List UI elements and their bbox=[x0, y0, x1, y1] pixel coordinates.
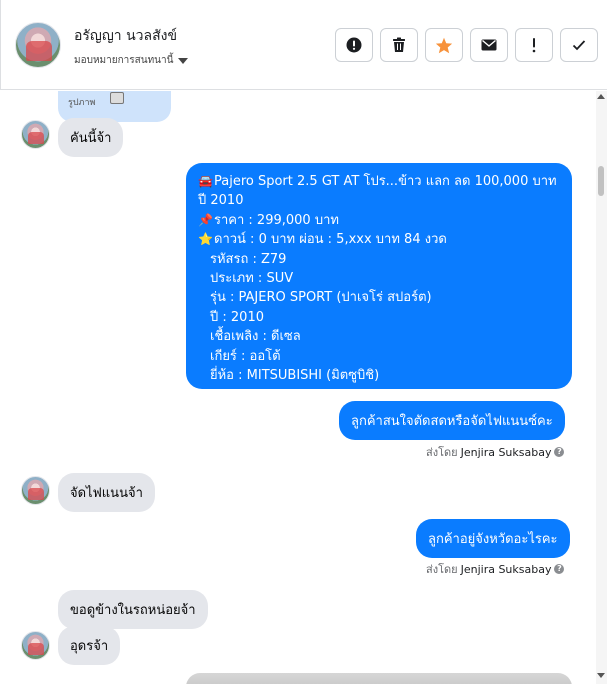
listing-text: ราคา : 299,000 บาท bbox=[214, 212, 339, 228]
assign-label: มอบหมายการสนทนานี้ bbox=[74, 55, 174, 66]
incoming-message[interactable]: คันนี้จ้า bbox=[58, 118, 124, 157]
listing-line: 📌ราคา : 299,000 บาท bbox=[198, 211, 560, 230]
trash-icon bbox=[393, 37, 405, 52]
thread-scrollbar[interactable] bbox=[596, 91, 607, 684]
checkmark-icon bbox=[572, 40, 586, 51]
mark-unread-button[interactable] bbox=[470, 28, 508, 62]
listing-text: รหัสรถ : Z79 bbox=[210, 251, 287, 267]
listing-line: 🚘Pajero Sport 2.5 GT AT โปร...ข้าว แลก ล… bbox=[198, 172, 560, 191]
conversation-header: อรัญญา นวลสังข์ มอบหมายการสนทนานี้ bbox=[0, 0, 607, 90]
sent-by-label: ส่งโดย bbox=[426, 446, 458, 459]
outgoing-message[interactable]: ลูกค้าอยู่จังหวัดอะไรคะ bbox=[416, 519, 570, 558]
listing-emoji-icon: ⭐ bbox=[198, 232, 213, 247]
envelope-icon bbox=[481, 39, 497, 51]
listing-line: ประเภท : SUV bbox=[198, 269, 560, 288]
scroll-up-arrow-icon[interactable] bbox=[597, 94, 605, 99]
sender-name[interactable]: Jenjira Suksabay bbox=[461, 563, 552, 576]
listing-text: ประเภท : SUV bbox=[210, 271, 294, 287]
contact-avatar[interactable] bbox=[15, 22, 61, 68]
sent-by-info: ส่งโดย Jenjira Suksabay ? bbox=[426, 560, 565, 578]
listing-text: ปี 2010 bbox=[198, 193, 244, 209]
conversation-toolbar bbox=[335, 28, 598, 62]
follow-up-button[interactable] bbox=[515, 28, 553, 62]
listing-text: เกียร์ : ออโต้ bbox=[210, 348, 281, 364]
contact-name[interactable]: อรัญญา นวลสังข์ bbox=[74, 25, 177, 47]
listing-line: ปี 2010 bbox=[198, 191, 560, 210]
star-icon bbox=[435, 37, 453, 53]
avatar[interactable] bbox=[21, 120, 50, 149]
listing-line: รหัสรถ : Z79 bbox=[198, 250, 560, 269]
scroll-thumb[interactable] bbox=[598, 166, 604, 196]
listing-text: เชื้อเพลิง : ดีเซล bbox=[210, 329, 301, 345]
listing-line: ⭐ดาวน์ : 0 บาท ผ่อน : 5,xxx บาท 84 งวด bbox=[198, 230, 560, 249]
incoming-message[interactable]: ขอดูข้างในรถหน่อยจ้า bbox=[58, 590, 208, 629]
image-attachment-label: รูปภาพ bbox=[68, 98, 96, 108]
listing-text: ปี : 2010 bbox=[210, 309, 264, 325]
caret-down-icon bbox=[178, 58, 189, 64]
listing-line: รุ่น : PAJERO SPORT (ปาเจโร่ สปอร์ต) bbox=[198, 288, 560, 307]
listing-line: ยี่ห้อ : MITSUBISHI (มิตซูบิชิ) bbox=[198, 366, 560, 385]
listing-emoji-icon: 📌 bbox=[198, 212, 213, 227]
listing-line: เกียร์ : ออโต้ bbox=[198, 347, 560, 366]
mark-spam-button[interactable] bbox=[335, 28, 373, 62]
scroll-down-arrow-icon[interactable] bbox=[597, 673, 605, 678]
sent-by-info: ส่งโดย Jenjira Suksabay ? bbox=[426, 443, 565, 461]
avatar[interactable] bbox=[21, 631, 50, 660]
help-icon[interactable]: ? bbox=[554, 564, 565, 574]
listing-emoji-icon: 🚘 bbox=[198, 174, 213, 188]
sent-by-label: ส่งโดย bbox=[426, 563, 458, 576]
message-thread[interactable]: รูปภาพ คันนี้จ้า 🚘Pajero Sport 2.5 GT AT… bbox=[0, 91, 596, 684]
mark-done-button[interactable] bbox=[560, 28, 598, 62]
delete-button[interactable] bbox=[380, 28, 418, 62]
listing-line: ปี : 2010 bbox=[198, 308, 560, 327]
image-icon bbox=[110, 92, 124, 104]
avatar[interactable] bbox=[21, 476, 50, 505]
outgoing-image-attachment[interactable] bbox=[186, 673, 572, 684]
star-button[interactable] bbox=[425, 28, 463, 62]
help-icon[interactable]: ? bbox=[554, 447, 565, 457]
outgoing-message[interactable]: ลูกค้าสนใจตัดสดหรือจัดไฟแนนซ์คะ bbox=[339, 401, 565, 440]
listing-text: ยี่ห้อ : MITSUBISHI (มิตซูบิชิ) bbox=[210, 368, 380, 384]
listing-line: เชื้อเพลิง : ดีเซล bbox=[198, 327, 560, 346]
assign-conversation-dropdown[interactable]: มอบหมายการสนทนานี้ bbox=[74, 53, 189, 68]
incoming-message[interactable]: จัดไฟแนนจ้า bbox=[58, 473, 155, 512]
listing-text: ดาวน์ : 0 บาท ผ่อน : 5,xxx บาท 84 งวด bbox=[214, 232, 447, 248]
exclamation-icon bbox=[532, 38, 536, 53]
incoming-message[interactable]: อุดรจ้า bbox=[58, 626, 121, 665]
exclamation-circle-icon bbox=[346, 37, 362, 53]
listing-text: รุ่น : PAJERO SPORT (ปาเจโร่ สปอร์ต) bbox=[210, 290, 432, 306]
outgoing-message-listing[interactable]: 🚘Pajero Sport 2.5 GT AT โปร...ข้าว แลก ล… bbox=[186, 163, 572, 389]
sender-name[interactable]: Jenjira Suksabay bbox=[461, 446, 552, 459]
listing-text: Pajero Sport 2.5 GT AT โปร...ข้าว แลก ลด… bbox=[214, 174, 557, 189]
